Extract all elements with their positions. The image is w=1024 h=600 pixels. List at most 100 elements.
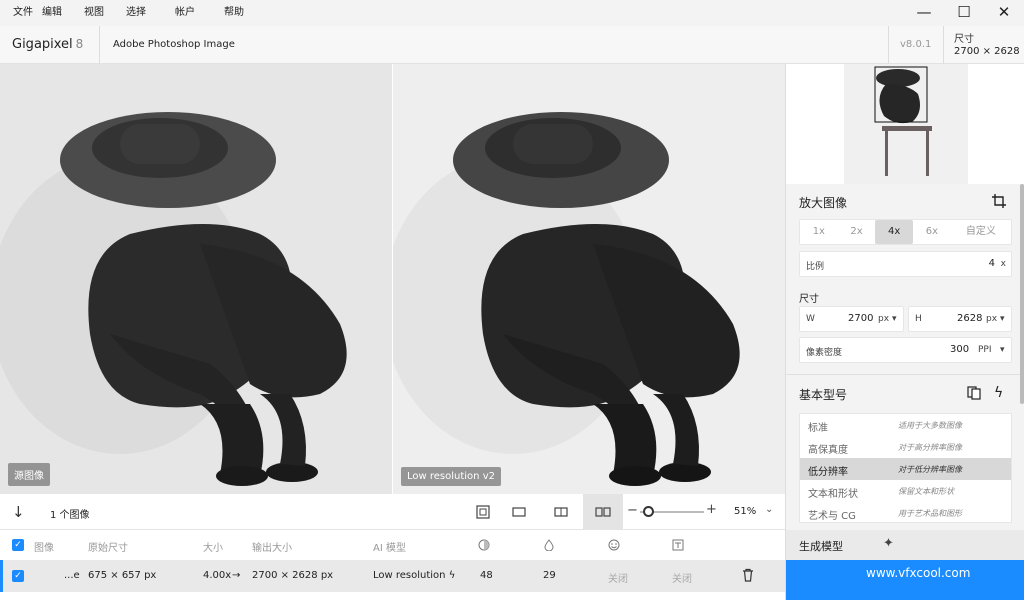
table-row[interactable]: ✓ ...e 675 × 657 px 4.00x → 2700 × 2628 …: [0, 560, 785, 592]
app-title: Gigapixel 8: [12, 37, 83, 52]
face-icon: [608, 539, 620, 554]
menu-file[interactable]: 文件: [0, 2, 42, 24]
lightning-icon[interactable]: ϟ: [994, 385, 1003, 401]
row-face-recovery: 关闭: [608, 574, 628, 585]
model-desc: 保留文本和形状: [898, 487, 954, 496]
model-name: 文本和形状: [808, 489, 858, 500]
row-sharpen-value: 29: [543, 570, 556, 581]
scale-option-custom[interactable]: 自定义: [951, 220, 1011, 244]
dpi-dropdown-icon[interactable]: ▾: [1000, 345, 1005, 355]
window-controls: — ☐ ✕: [904, 0, 1024, 24]
model-section-title: 基本型号: [799, 388, 848, 402]
model-name: 标准: [808, 423, 828, 434]
model-name: 高保真度: [808, 445, 848, 456]
navigator-thumbnail[interactable]: [786, 64, 1024, 184]
ratio-unit: x: [1000, 259, 1006, 269]
zoom-in-button[interactable]: +: [706, 502, 717, 517]
width-unit: px: [878, 314, 890, 324]
ratio-label: 比例: [806, 262, 825, 272]
width-field[interactable]: W 2700 px ▾: [799, 306, 904, 332]
generative-model-row[interactable]: 生成模型 ✦: [786, 530, 1024, 560]
model-tag: Low resolution v2: [401, 467, 501, 486]
fit-screen-icon[interactable]: [463, 494, 503, 530]
compare-models-icon[interactable]: [967, 386, 981, 403]
section-divider: [786, 374, 1024, 375]
width-unit-dropdown-icon[interactable]: ▾: [892, 314, 897, 324]
app-name: Gigapixel: [12, 37, 73, 52]
original-photo: [0, 64, 392, 494]
row-ai-model[interactable]: Low resolution ϟ: [373, 570, 455, 581]
col-output-size: 输出大小: [252, 543, 292, 554]
height-unit: px: [986, 314, 998, 324]
maximize-button[interactable]: ☐: [944, 0, 984, 24]
single-view-icon[interactable]: [499, 494, 539, 530]
row-selection-indicator: [0, 560, 3, 592]
model-name: 艺术与 CG: [808, 511, 856, 522]
trash-icon[interactable]: [742, 568, 754, 585]
menu-edit[interactable]: 编辑: [42, 2, 71, 24]
version-label: v8.0.1: [900, 39, 932, 50]
text-recovery-icon: [672, 539, 684, 554]
model-option-text-shapes[interactable]: 文本和形状 保留文本和形状: [800, 480, 1011, 502]
processed-preview[interactable]: Low resolution v2: [393, 64, 785, 494]
ratio-field[interactable]: 比例 4 x: [799, 251, 1012, 277]
model-option-standard[interactable]: 标准 适用于大多数图像: [800, 414, 1011, 436]
menu-select[interactable]: 选择: [113, 2, 155, 24]
zoom-out-button[interactable]: −: [627, 503, 638, 518]
model-desc: 对于低分辨率图像: [898, 465, 962, 474]
scale-selector: 1x 2x 4x 6x 自定义: [799, 219, 1012, 245]
model-option-art-cg[interactable]: 艺术与 CG 用于艺术品和图形: [800, 502, 1011, 524]
height-value: 2628: [957, 313, 983, 324]
original-tag: 源图像: [8, 463, 50, 486]
height-unit-dropdown-icon[interactable]: ▾: [1000, 314, 1005, 324]
row-checkbox[interactable]: ✓: [12, 570, 24, 582]
dpi-label: 像素密度: [806, 348, 843, 358]
height-field[interactable]: H 2628 px ▾: [908, 306, 1012, 332]
split-view-icon[interactable]: [541, 494, 581, 530]
select-all-checkbox[interactable]: ✓: [12, 539, 24, 551]
zoom-level[interactable]: 51%: [734, 506, 756, 517]
scale-option-2x[interactable]: 2x: [838, 220, 876, 244]
chevron-down-icon[interactable]: ⌄: [765, 504, 773, 515]
model-option-low-resolution[interactable]: 低分辨率 对于低分辨率图像: [800, 458, 1011, 480]
scale-option-1x[interactable]: 1x: [800, 220, 838, 244]
zoom-slider-handle[interactable]: [643, 506, 655, 517]
settings-sidebar: 放大图像 1x 2x 4x 6x 自定义 比例 4 x 尺寸 W 2700 px…: [785, 64, 1024, 600]
scale-option-6x[interactable]: 6x: [913, 220, 951, 244]
arrow-right-icon: →: [232, 570, 241, 581]
menu-account[interactable]: 帐户: [155, 2, 204, 24]
image-count: 1 个图像: [50, 510, 90, 521]
watermark: www.vfxcool.com: [866, 566, 971, 580]
model-option-high-fidelity[interactable]: 高保真度 对于高分辨率图像: [800, 436, 1011, 458]
col-image: 图像: [34, 543, 54, 554]
header-divider: [888, 26, 889, 64]
crop-icon[interactable]: [992, 194, 1006, 211]
menu-help[interactable]: 帮助: [204, 2, 253, 24]
header-divider: [943, 26, 944, 64]
download-arrow-icon[interactable]: ↓: [12, 503, 25, 521]
minimize-button[interactable]: —: [904, 0, 944, 24]
lightning-icon: ϟ: [448, 570, 456, 581]
dpi-field[interactable]: 像素密度 300 PPI ▾: [799, 337, 1012, 363]
dimensions-label: 尺寸: [954, 34, 974, 45]
file-type-label: Adobe Photoshop Image: [113, 39, 235, 50]
row-text-recovery: 关闭: [672, 574, 692, 585]
size-section-title: 尺寸: [799, 294, 819, 305]
original-preview[interactable]: 源图像: [0, 64, 392, 494]
model-desc: 适用于大多数图像: [898, 421, 962, 430]
generative-model-label: 生成模型: [799, 540, 843, 553]
menu-view[interactable]: 视图: [71, 2, 113, 24]
app-header: Gigapixel 8 Adobe Photoshop Image v8.0.1 …: [0, 26, 1024, 64]
close-button[interactable]: ✕: [984, 0, 1024, 24]
row-ai-model-label: Low resolution: [373, 570, 446, 581]
model-desc: 对于高分辨率图像: [898, 443, 962, 452]
header-divider: [99, 26, 100, 64]
sidebar-scrollbar[interactable]: [1020, 184, 1024, 404]
side-by-side-view-icon[interactable]: [583, 494, 623, 530]
model-name: 低分辨率: [808, 467, 848, 478]
sharpen-icon: [544, 539, 554, 554]
denoise-icon: [478, 539, 490, 554]
height-label: H: [915, 314, 922, 324]
scale-option-4x[interactable]: 4x: [875, 220, 914, 244]
model-desc: 用于艺术品和图形: [898, 509, 962, 518]
